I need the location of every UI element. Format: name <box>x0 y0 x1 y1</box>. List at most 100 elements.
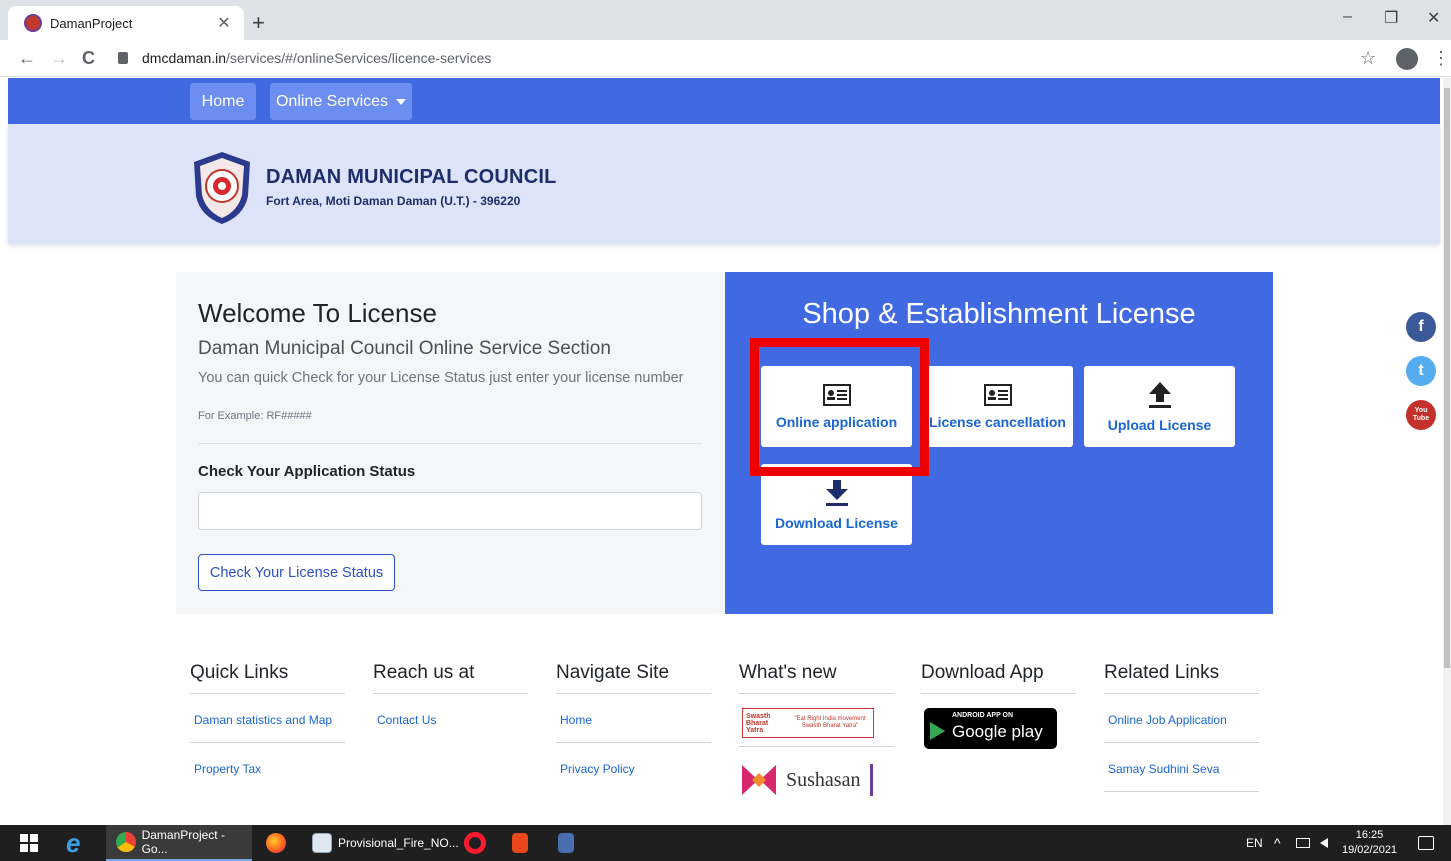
footer-link-samay-sudhini-seva[interactable]: Samay Sudhini Seva <box>1104 743 1259 792</box>
divider <box>198 443 702 444</box>
swasth-bharat-banner[interactable]: Swasth Bharat Yatra "Eat Right India mov… <box>742 708 874 738</box>
maximize-button[interactable]: ❐ <box>1384 8 1398 28</box>
site-header: DAMAN MUNICIPAL COUNCIL Fort Area, Moti … <box>8 124 1440 244</box>
related-links-title: Related Links <box>1104 658 1259 694</box>
lock-icon <box>118 52 128 64</box>
youtube-bottom-text: Tube <box>1412 415 1430 422</box>
swasth-bharat-logo-text: Swasth Bharat Yatra <box>746 712 771 734</box>
windows-logo-icon <box>20 834 38 852</box>
card-label: Download License <box>775 514 898 531</box>
office-icon[interactable] <box>512 825 534 861</box>
sushasan-divider <box>870 764 874 796</box>
internet-explorer-icon[interactable]: e <box>66 825 80 861</box>
windows-taskbar: e DamanProject - Go... Provisional_Fire_… <box>0 825 1451 861</box>
youtube-top-text: You <box>1414 407 1428 414</box>
license-example: For Example: RF##### <box>198 410 312 422</box>
chrome-icon <box>116 832 136 852</box>
swasth-bharat-tagline: "Eat Right India movement Swasth Bharat … <box>794 716 866 729</box>
footer-download-app: Download App ANDROID APP ON Google play <box>921 658 1076 749</box>
network-icon[interactable] <box>1296 825 1310 861</box>
tab-title: DamanProject <box>50 15 133 31</box>
volume-icon[interactable] <box>1320 825 1328 861</box>
footer-link-online-job-application[interactable]: Online Job Application <box>1104 694 1259 743</box>
forward-button[interactable]: → <box>50 48 68 69</box>
firefox-icon[interactable] <box>266 825 292 861</box>
download-icon <box>825 479 848 506</box>
google-play-badge[interactable]: ANDROID APP ON Google play <box>924 708 1057 749</box>
download-license-card[interactable]: Download License <box>761 464 912 545</box>
browser-tab[interactable]: DamanProject ✕ <box>8 6 244 40</box>
upload-license-card[interactable]: Upload License <box>1084 366 1235 447</box>
site-footer: Quick Links Daman statistics and Map Pro… <box>0 658 1443 825</box>
license-cancellation-card[interactable]: License cancellation <box>922 366 1073 447</box>
twitter-icon[interactable]: t <box>1406 356 1436 386</box>
back-button[interactable]: ← <box>18 48 36 69</box>
close-tab-icon[interactable]: ✕ <box>214 13 234 33</box>
sushasan-text: Sushasan <box>786 768 861 791</box>
check-license-status-button[interactable]: Check Your License Status <box>198 554 395 591</box>
opera-icon[interactable] <box>464 825 492 861</box>
org-address: Fort Area, Moti Daman Daman (U.T.) - 396… <box>266 194 521 208</box>
profile-avatar-icon[interactable] <box>1396 48 1418 70</box>
footer-related-links: Related Links Online Job Application Sam… <box>1104 658 1259 792</box>
page-viewport: Home Online Services DAMAN MUNICIPAL COU… <box>0 78 1443 825</box>
footer-link-home[interactable]: Home <box>556 694 711 743</box>
youtube-icon[interactable]: You Tube <box>1406 400 1436 430</box>
license-number-input[interactable] <box>198 492 702 530</box>
calculator-icon[interactable] <box>558 825 580 861</box>
id-card-icon <box>983 383 1012 406</box>
footer-link-contact-us[interactable]: Contact Us <box>373 694 528 742</box>
facebook-icon[interactable]: f <box>1406 312 1436 342</box>
card-label: Upload License <box>1107 416 1212 433</box>
footer-whats-new: What's new Swasth Bharat Yatra "Eat Righ… <box>739 658 894 796</box>
nav-home-button[interactable]: Home <box>190 83 256 120</box>
taskbar-word-window[interactable]: Provisional_Fire_NO... <box>312 825 459 861</box>
footer-link-privacy-policy[interactable]: Privacy Policy <box>556 743 711 791</box>
browser-tab-bar: DamanProject ✕ + – ❐ ✕ <box>0 0 1451 40</box>
quick-links-title: Quick Links <box>190 658 345 694</box>
google-play-text: Google play <box>952 722 1043 741</box>
scrollbar-thumb[interactable] <box>1444 88 1450 668</box>
shop-license-panel: Shop & Establishment License Online appl… <box>725 272 1273 614</box>
url-host: dmcdaman.in <box>142 50 227 66</box>
google-play-small-text: ANDROID APP ON <box>952 712 1014 719</box>
document-icon <box>312 833 332 853</box>
clock-date: 19/02/2021 <box>1342 844 1398 856</box>
welcome-title: Welcome To License <box>198 298 437 328</box>
windows-start-icon[interactable] <box>20 825 38 861</box>
navigate-site-title: Navigate Site <box>556 658 711 694</box>
site-favicon-icon <box>24 14 42 32</box>
shop-license-title: Shop & Establishment License <box>802 298 1196 330</box>
download-app-title: Download App <box>921 658 1076 694</box>
new-tab-button[interactable]: + <box>252 10 265 36</box>
footer-reach-us: Reach us at Contact Us <box>373 658 528 742</box>
language-indicator[interactable]: EN <box>1246 825 1263 861</box>
council-logo <box>194 152 250 224</box>
taskbar-chrome-window[interactable]: DamanProject - Go... <box>106 825 252 861</box>
close-window-button[interactable]: ✕ <box>1427 8 1440 28</box>
whats-new-title: What's new <box>739 658 894 694</box>
notification-center-icon[interactable] <box>1418 825 1434 861</box>
caret-down-icon <box>396 98 407 105</box>
footer-link-daman-statistics[interactable]: Daman statistics and Map <box>190 694 345 743</box>
welcome-panel: Welcome To License Daman Municipal Counc… <box>176 272 724 614</box>
nav-online-services-dropdown[interactable]: Online Services <box>270 83 412 120</box>
sushasan-banner[interactable]: Sushasan <box>742 762 877 798</box>
check-status-label: Check Your Application Status <box>198 463 416 480</box>
bookmark-star-icon[interactable]: ☆ <box>1360 48 1376 69</box>
clock-time: 16:25 <box>1355 829 1384 841</box>
taskbar-word-label: Provisional_Fire_NO... <box>338 836 459 850</box>
page-scrollbar[interactable] <box>1443 78 1451 825</box>
address-bar[interactable]: dmcdaman.in /services/#/onlineServices/l… <box>118 46 491 70</box>
upload-icon <box>1148 381 1171 408</box>
welcome-subtitle: Daman Municipal Council Online Service S… <box>198 338 611 359</box>
minimize-button[interactable]: – <box>1343 8 1352 26</box>
footer-navigate-site: Navigate Site Home Privacy Policy <box>556 658 711 791</box>
browser-menu-icon[interactable]: ⋮ <box>1432 48 1450 69</box>
annotation-highlight-box <box>750 338 929 476</box>
url-path: /services/#/onlineServices/licence-servi… <box>226 50 492 66</box>
reload-button[interactable]: C <box>82 48 95 69</box>
tray-chevron-up-icon[interactable]: ^ <box>1274 825 1281 861</box>
footer-link-property-tax[interactable]: Property Tax <box>190 743 345 791</box>
taskbar-clock[interactable]: 16:25 19/02/2021 <box>1342 825 1397 861</box>
